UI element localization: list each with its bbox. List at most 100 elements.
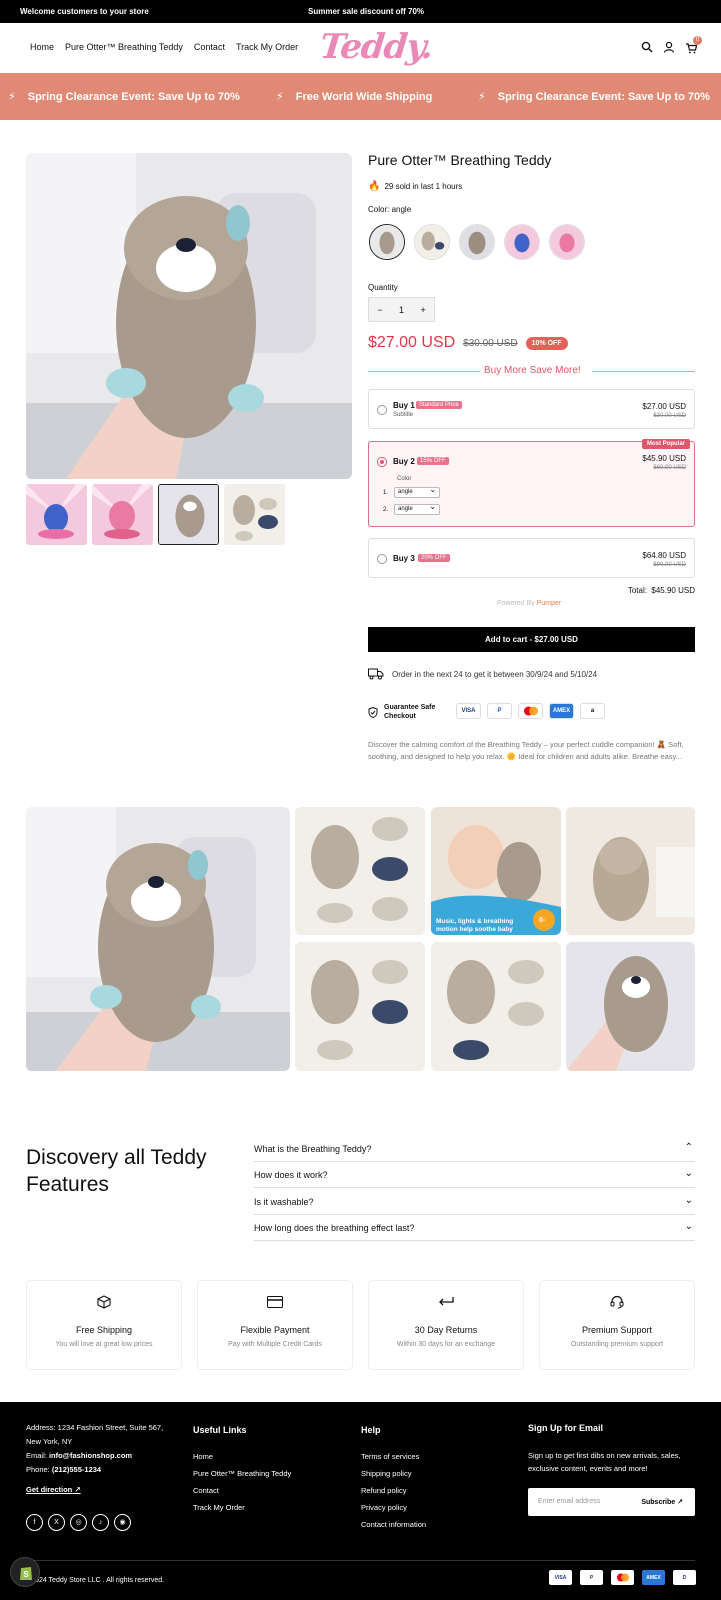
nav-home[interactable]: Home <box>30 42 54 52</box>
add-to-cart-button[interactable]: Add to cart - $27.00 USD <box>368 627 695 652</box>
bundle-total: Total: $45.90 USD <box>628 586 695 595</box>
quantity-value[interactable]: 1 <box>399 305 404 315</box>
faq-item-2[interactable]: How does it work? ⌄ <box>254 1162 695 1188</box>
bundle-option-buy3[interactable]: Buy 3 20% OFF $64.80 USD $90.00 USD <box>368 538 695 578</box>
increase-button[interactable]: + <box>420 305 425 315</box>
otter-features-photo <box>295 807 425 935</box>
option-label: Buy 3 <box>393 554 415 563</box>
get-direction-link[interactable]: Get direction ↗ <box>26 1483 176 1497</box>
site-logo[interactable]: Teddy. <box>318 27 434 67</box>
shield-icon <box>368 706 378 718</box>
mastercard-icon <box>523 706 538 716</box>
main-product-image[interactable] <box>26 153 352 479</box>
thumbnail-4[interactable] <box>224 484 285 545</box>
gallery-main-image[interactable] <box>26 807 290 1071</box>
footer-link-refund[interactable]: Refund policy <box>361 1482 426 1499</box>
price-block: $27.00 USD $30.00 USD 10% OFF <box>368 334 568 352</box>
stitch-blue-photo <box>26 484 87 545</box>
swatch-3[interactable] <box>459 224 495 260</box>
shopify-chat-icon[interactable]: S <box>10 1557 40 1587</box>
faq-question: How long does the breathing effect last? <box>254 1223 415 1233</box>
swatch-angle[interactable] <box>369 224 405 260</box>
gallery-image-7[interactable] <box>566 942 695 1071</box>
cart-button[interactable]: 0 <box>685 36 702 54</box>
footer-link-contact[interactable]: Contact <box>193 1482 291 1499</box>
paypal-badge: P <box>487 703 512 719</box>
footer-link-contact-info[interactable]: Contact information <box>361 1516 426 1533</box>
gallery-image-5[interactable] <box>295 942 425 1071</box>
footer-link-terms[interactable]: Terms of services <box>361 1448 426 1465</box>
gallery-image-2[interactable] <box>295 807 425 935</box>
lightning-icon: ⚡ <box>276 91 284 103</box>
option-tag: 20% OFF <box>418 554 450 562</box>
powered-by-brand[interactable]: Pumper <box>537 600 562 607</box>
user-icon[interactable] <box>663 41 675 53</box>
main-nav: Home Pure Otter™ Breathing Teddy Contact… <box>30 42 298 52</box>
chevron-down-icon: ⌄ <box>684 1168 693 1179</box>
sold-text: 29 sold in last 1 hours <box>384 182 463 191</box>
footer-phone-row: Phone: (212)555-1234 <box>26 1463 176 1477</box>
email-signup-form: Enter email address Subscribe ↗ <box>528 1488 695 1516</box>
nav-contact[interactable]: Contact <box>194 42 225 52</box>
radio-buy3[interactable] <box>377 554 387 564</box>
thumbnail-1[interactable] <box>26 484 87 545</box>
faq-item-4[interactable]: How long does the breathing effect last?… <box>254 1215 695 1241</box>
mastercard-icon <box>616 1573 629 1582</box>
nav-product[interactable]: Pure Otter™ Breathing Teddy <box>65 42 183 52</box>
email-input[interactable]: Enter email address <box>538 1498 600 1505</box>
radio-buy1[interactable] <box>377 405 387 415</box>
email-label: Email: <box>26 1451 47 1460</box>
swatch-otter-img <box>370 225 404 259</box>
pinterest-icon[interactable]: ◉ <box>114 1514 131 1531</box>
thumbnail-3-selected[interactable] <box>158 484 219 545</box>
footer-divider <box>26 1560 695 1561</box>
delivery-estimate: Order in the next 24 to get it between 3… <box>368 668 597 680</box>
bundle-option-buy2[interactable]: Most Popular Buy 2 15% OFF $45.90 USD $6… <box>368 439 695 527</box>
subscribe-button[interactable]: Subscribe ↗ <box>641 1498 683 1506</box>
site-footer: Address: 1234 Fashion Street, Suite 567,… <box>0 1402 721 1600</box>
x-twitter-icon[interactable]: X <box>48 1514 65 1531</box>
card-title: 30 Day Returns <box>414 1325 478 1335</box>
option-subtitle: Subtitle <box>393 412 414 418</box>
guarantee-text: Guarantee Safe Checkout <box>384 704 436 720</box>
gallery-image-6[interactable] <box>431 942 561 1071</box>
most-popular-badge: Most Popular <box>641 439 690 449</box>
radio-buy2[interactable] <box>377 457 387 467</box>
variant-row-1: 1. angle <box>383 485 441 498</box>
footer-link-shipping[interactable]: Shipping policy <box>361 1465 426 1482</box>
search-icon[interactable] <box>641 41 653 53</box>
bundle-option-buy1[interactable]: Buy 1 Standard Price Subtitle $27.00 USD… <box>368 389 695 429</box>
swatch-stitch-blue[interactable] <box>504 224 540 260</box>
footer-link-home[interactable]: Home <box>193 1448 291 1465</box>
footer-useful-links: Useful Links Home Pure Otter™ Breathing … <box>193 1422 291 1516</box>
footer-phone[interactable]: (212)555-1234 <box>52 1465 101 1474</box>
footer-link-privacy[interactable]: Privacy policy <box>361 1499 426 1516</box>
swatch-2[interactable] <box>414 224 450 260</box>
discount-badge: 10% OFF <box>525 336 568 350</box>
footer-email[interactable]: info@fashionshop.com <box>49 1451 132 1460</box>
amazon-badge: a <box>580 703 605 719</box>
instagram-icon[interactable]: ◎ <box>70 1514 87 1531</box>
divider <box>368 371 480 372</box>
footer-link-track[interactable]: Track My Order <box>193 1499 291 1516</box>
decrease-button[interactable]: − <box>377 305 382 315</box>
footer-email-row: Email: info@fashionshop.com <box>26 1449 176 1463</box>
nav-track-order[interactable]: Track My Order <box>236 42 298 52</box>
guarantee-checkout: Guarantee Safe Checkout <box>368 703 440 721</box>
facebook-icon[interactable]: f <box>26 1514 43 1531</box>
gallery-image-3[interactable]: Music, lights & breathing motion help so… <box>431 807 561 935</box>
thumbnail-2[interactable] <box>92 484 153 545</box>
variant-select-1[interactable]: angle <box>394 485 441 498</box>
swatch-stitch-pink[interactable] <box>549 224 585 260</box>
gallery-image-4[interactable] <box>566 807 695 935</box>
tiktok-icon[interactable]: ♪ <box>92 1514 109 1531</box>
faq-item-3[interactable]: Is it washable? ⌄ <box>254 1189 695 1215</box>
footer-visa-badge: VISA <box>549 1570 572 1585</box>
card-subtitle: Within 30 days for an exchange <box>396 1341 496 1348</box>
variant-select-2[interactable]: angle <box>394 502 441 515</box>
fire-icon: 🔥 <box>368 181 381 192</box>
footer-link-product[interactable]: Pure Otter™ Breathing Teddy <box>193 1465 291 1482</box>
faq-item-1[interactable]: What is the Breathing Teddy? ⌃ <box>254 1136 695 1162</box>
otter-thumb-photo <box>159 485 218 544</box>
svg-text:S: S <box>23 1570 29 1579</box>
